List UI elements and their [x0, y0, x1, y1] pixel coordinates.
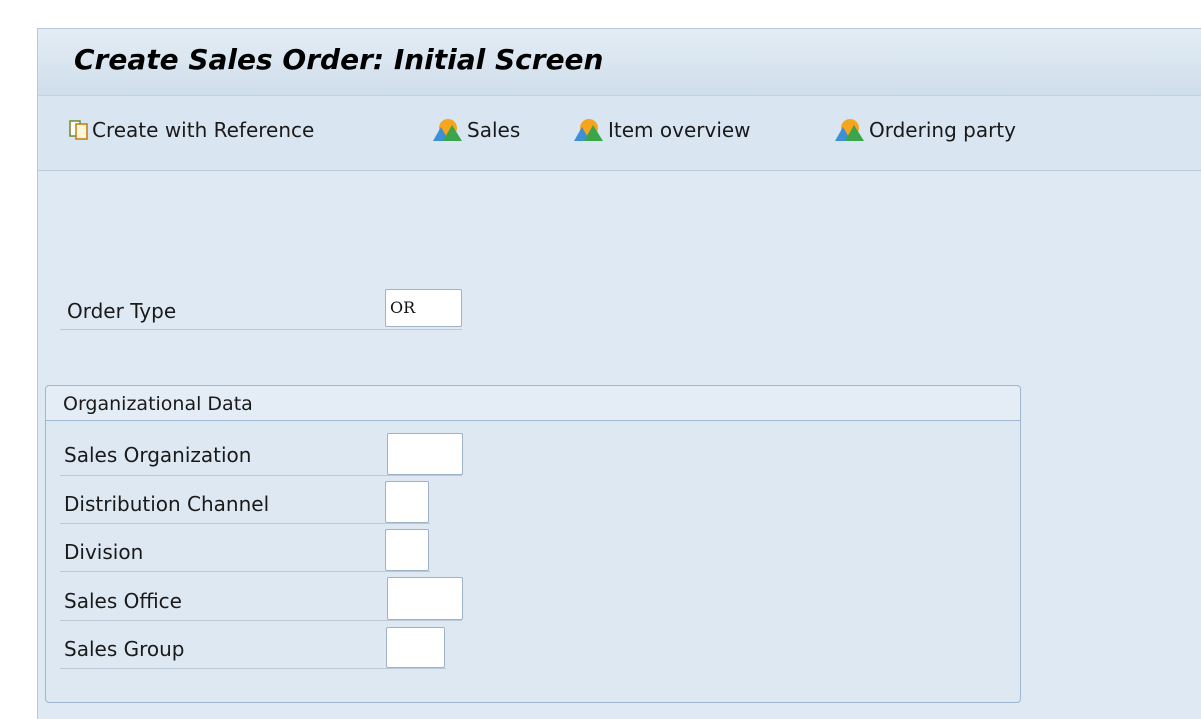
item-overview-label: Item overview [608, 118, 751, 142]
page-title: Create Sales Order: Initial Screen [74, 43, 604, 76]
sales-organization-input[interactable] [387, 433, 463, 475]
distribution-channel-input[interactable] [385, 481, 429, 523]
overview-mountain-icon [574, 119, 603, 141]
sales-label: Sales [467, 118, 521, 142]
organizational-data-header: Organizational Data [46, 386, 1020, 421]
organizational-data-group: Organizational Data Sales Organization D… [45, 385, 1021, 703]
create-with-reference-label: Create with Reference [92, 118, 315, 142]
sales-organization-divider [60, 475, 462, 476]
overview-mountain-icon [835, 119, 864, 141]
ordering-party-button[interactable]: Ordering party [833, 116, 1016, 144]
sales-office-divider [60, 620, 462, 621]
sales-office-input[interactable] [387, 577, 463, 620]
organizational-data-title: Organizational Data [63, 393, 253, 415]
sap-screen: Create Sales Order: Initial Screen Creat… [37, 28, 1201, 719]
division-label: Division [64, 540, 144, 564]
ordering-party-label: Ordering party [869, 118, 1016, 142]
title-bar: Create Sales Order: Initial Screen [38, 29, 1201, 96]
sales-group-divider [60, 668, 446, 669]
order-type-input[interactable]: OR [385, 289, 462, 327]
distribution-channel-divider [60, 523, 430, 524]
document-copy-icon [69, 120, 88, 140]
item-overview-button[interactable]: Item overview [572, 116, 751, 144]
application-toolbar: Create with Reference Sales Item overvie… [38, 96, 1201, 171]
sales-organization-label: Sales Organization [64, 443, 252, 467]
sales-group-label: Sales Group [64, 637, 185, 661]
create-with-reference-button[interactable]: Create with Reference [68, 116, 314, 144]
sales-group-input[interactable] [386, 627, 445, 668]
sales-office-label: Sales Office [64, 589, 182, 613]
division-divider [60, 571, 430, 572]
overview-mountain-icon [433, 119, 462, 141]
order-type-divider [60, 329, 462, 330]
sales-button[interactable]: Sales [431, 116, 520, 144]
division-input[interactable] [385, 529, 429, 571]
distribution-channel-label: Distribution Channel [64, 492, 270, 516]
order-type-label: Order Type [67, 299, 177, 323]
